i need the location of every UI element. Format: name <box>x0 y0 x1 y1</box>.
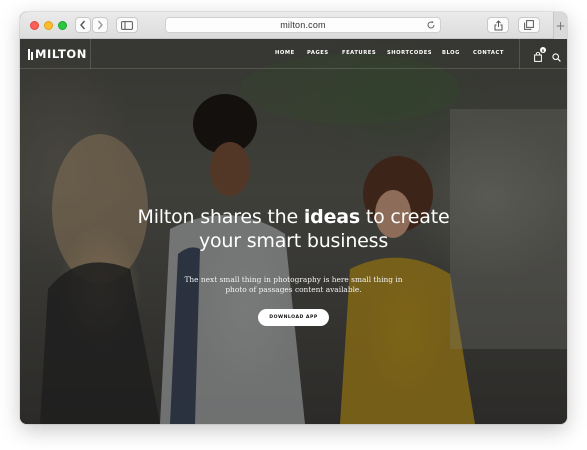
headline-text: to create <box>360 206 450 228</box>
hero-section: MILTON HOME PAGES FEATURES SHORTCODES BL… <box>20 39 567 424</box>
nav-shortcodes[interactable]: SHORTCODES <box>387 50 432 56</box>
nav-features[interactable]: FEATURES <box>342 50 376 56</box>
tabs-icon <box>524 20 534 30</box>
share-button[interactable] <box>487 17 509 33</box>
sidebar-button[interactable] <box>116 17 138 33</box>
nav-divider <box>90 39 91 69</box>
hero-subtext-line1: The next small thing in photography is h… <box>184 275 403 284</box>
close-window-button[interactable] <box>30 21 39 30</box>
url-text: milton.com <box>280 20 326 30</box>
hero-subtext-line2: photo of passages content available. <box>225 285 362 294</box>
hero-headline-line2: your smart business <box>198 230 389 252</box>
browser-window: milton.com + MILTON HOME PAGES FEATURES … <box>20 12 567 424</box>
new-tab-button[interactable]: + <box>553 12 567 39</box>
minimize-window-button[interactable] <box>44 21 53 30</box>
chevron-left-icon <box>80 20 86 30</box>
forward-button[interactable] <box>92 17 108 33</box>
site-logo[interactable]: MILTON <box>28 47 87 61</box>
site-header: MILTON HOME PAGES FEATURES SHORTCODES BL… <box>20 39 567 69</box>
cart-count-badge: 0 <box>540 47 546 53</box>
headline-emphasis: ideas <box>303 206 360 228</box>
tabs-overview-button[interactable] <box>518 17 540 33</box>
zoom-window-button[interactable] <box>58 21 67 30</box>
browser-toolbar: milton.com + <box>20 12 567 39</box>
nav-home[interactable]: HOME <box>275 50 295 56</box>
search-button[interactable] <box>552 49 561 67</box>
nav-blog[interactable]: BLOG <box>442 50 460 56</box>
hero-headline-line1: Milton shares the ideas to create <box>20 205 567 229</box>
nav-divider <box>519 39 520 69</box>
hero-subtext: The next small thing in photography is h… <box>20 275 567 295</box>
reload-icon[interactable] <box>426 20 436 30</box>
nav-pages[interactable]: PAGES <box>307 50 329 56</box>
share-icon <box>494 19 502 30</box>
nav-contact[interactable]: CONTACT <box>473 50 504 56</box>
download-app-button[interactable]: DOWNLOAD APP <box>258 309 329 326</box>
logo-text: MILTON <box>35 47 87 61</box>
sidebar-icon <box>121 20 133 30</box>
back-button[interactable] <box>75 17 91 33</box>
headline-text: Milton shares the <box>137 206 304 228</box>
hero-headline: Milton shares the ideas to create your s… <box>20 205 567 253</box>
shopping-bag-icon <box>534 51 542 62</box>
chevron-right-icon <box>97 20 103 30</box>
address-bar[interactable]: milton.com <box>165 17 441 33</box>
cart-button[interactable]: 0 <box>534 47 546 67</box>
search-icon <box>552 53 561 62</box>
logo-mark-icon <box>28 48 33 60</box>
